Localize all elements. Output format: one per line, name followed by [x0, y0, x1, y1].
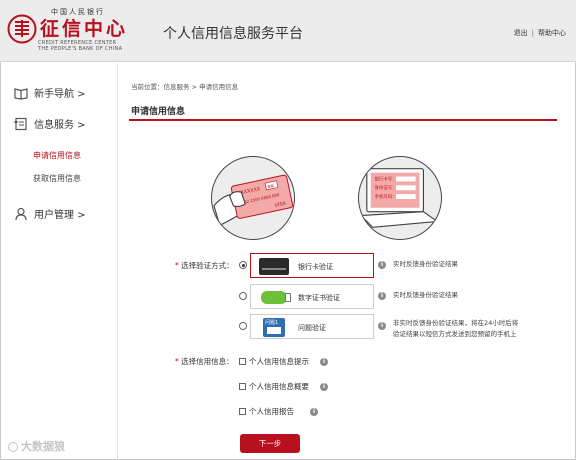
sidebar-item-apply-info[interactable]: 申请信用信息 — [33, 150, 81, 161]
logo-english-line2: THE PEOPLE'S BANK OF CHINA — [38, 46, 123, 52]
form-phone-text: 手机号码： — [375, 193, 397, 200]
select-info-label: * 选择信用信息： — [175, 357, 234, 366]
user-icon — [15, 207, 27, 220]
radio-question[interactable] — [239, 322, 247, 330]
laptop-form-illustration: 银行卡号： 身份证号： 手机号码： — [358, 156, 442, 240]
option-label: 数字证书验证 — [298, 294, 340, 302]
breadcrumb: 当前位置：信息服务 > 申请信用信息 — [131, 83, 239, 91]
bank-card-icon — [259, 258, 289, 275]
logout-link[interactable]: 退出 — [514, 29, 528, 37]
sidebar-item-label: 新手导航 > — [34, 89, 86, 100]
info-icon: i — [378, 292, 386, 300]
option-hint: 实时反馈身份验证结果 — [393, 260, 458, 268]
info-icon: i — [320, 358, 328, 366]
checkbox-label: 个人信用信息概要 — [249, 382, 309, 391]
sidebar: 新手导航 > 信息服务 > 申请信用信息 获取信用信息 用户管理 > — [0, 63, 118, 460]
option-label: 问题验证 — [298, 324, 326, 332]
checkbox-label: 个人信用信息提示 — [249, 357, 309, 366]
sidebar-item-user-management[interactable]: 用户管理 > — [14, 206, 86, 221]
document-icon — [14, 117, 27, 130]
credit-center-emblem-icon — [7, 14, 37, 44]
logo-title: 征信中心 — [40, 18, 129, 40]
question-card-text: 问题1 — [265, 320, 279, 326]
watermark-icon — [8, 442, 18, 452]
checkbox-label: 个人信用报告 — [249, 407, 294, 416]
sidebar-item-get-info[interactable]: 获取信用信息 — [33, 173, 81, 184]
bank-card-illustration: XXXXXXX 智能 4392 2500 8888 888 VISA — [211, 156, 295, 240]
sidebar-item-guide[interactable]: 新手导航 > — [14, 85, 86, 100]
info-icon: i — [378, 261, 386, 269]
page-header: 中国人民银行 征信中心 CREDIT REFERENCE CENTER THE … — [0, 0, 576, 62]
sidebar-item-label: 信息服务 > — [34, 120, 86, 131]
option-bank-card[interactable]: 银行卡验证 — [250, 253, 374, 278]
verify-method-label: * 选择验证方式： — [175, 261, 234, 270]
option-hint-line1: 非实时反馈身份验证结果，将在24小时后将 — [393, 319, 519, 327]
watermark: 大数据狼 — [8, 438, 65, 454]
form-id-no-text: 身份证号： — [375, 184, 397, 191]
header-links: 退出 | 帮助中心 — [514, 28, 566, 38]
radio-bank-card[interactable] — [239, 261, 247, 269]
usb-key-icon — [261, 291, 291, 304]
info-icon: i — [320, 383, 328, 391]
option-hint: 实时反馈身份验证结果 — [393, 291, 458, 299]
form-bank-no-text: 银行卡号： — [375, 175, 397, 182]
info-icon: i — [378, 322, 386, 330]
option-digital-cert[interactable]: 数字证书验证 — [250, 284, 374, 309]
section-divider — [129, 119, 557, 121]
question-card-icon: 问题1 — [263, 318, 285, 337]
checkbox-info-summary[interactable] — [239, 383, 246, 390]
sidebar-item-label: 用户管理 > — [34, 210, 86, 221]
checkbox-info-hint[interactable] — [239, 358, 246, 365]
help-center-link[interactable]: 帮助中心 — [538, 29, 566, 37]
option-question[interactable]: 问题1 问题验证 — [250, 314, 374, 339]
next-step-button[interactable]: 下一步 — [240, 434, 300, 453]
radio-digital-cert[interactable] — [239, 292, 247, 300]
checkbox-credit-report[interactable] — [239, 408, 246, 415]
sidebar-item-info-service[interactable]: 信息服务 > — [14, 116, 86, 131]
header-link-separator: | — [531, 29, 534, 37]
watermark-text: 大数据狼 — [21, 440, 65, 453]
option-hint-line2: 验证结果以短信方式发送到您预留的手机上 — [393, 330, 517, 338]
option-label: 银行卡验证 — [298, 263, 333, 271]
info-icon: i — [310, 408, 318, 416]
book-icon — [14, 87, 28, 100]
section-title: 申请信用信息 — [131, 107, 186, 117]
platform-title: 个人信用信息服务平台 — [163, 26, 303, 42]
